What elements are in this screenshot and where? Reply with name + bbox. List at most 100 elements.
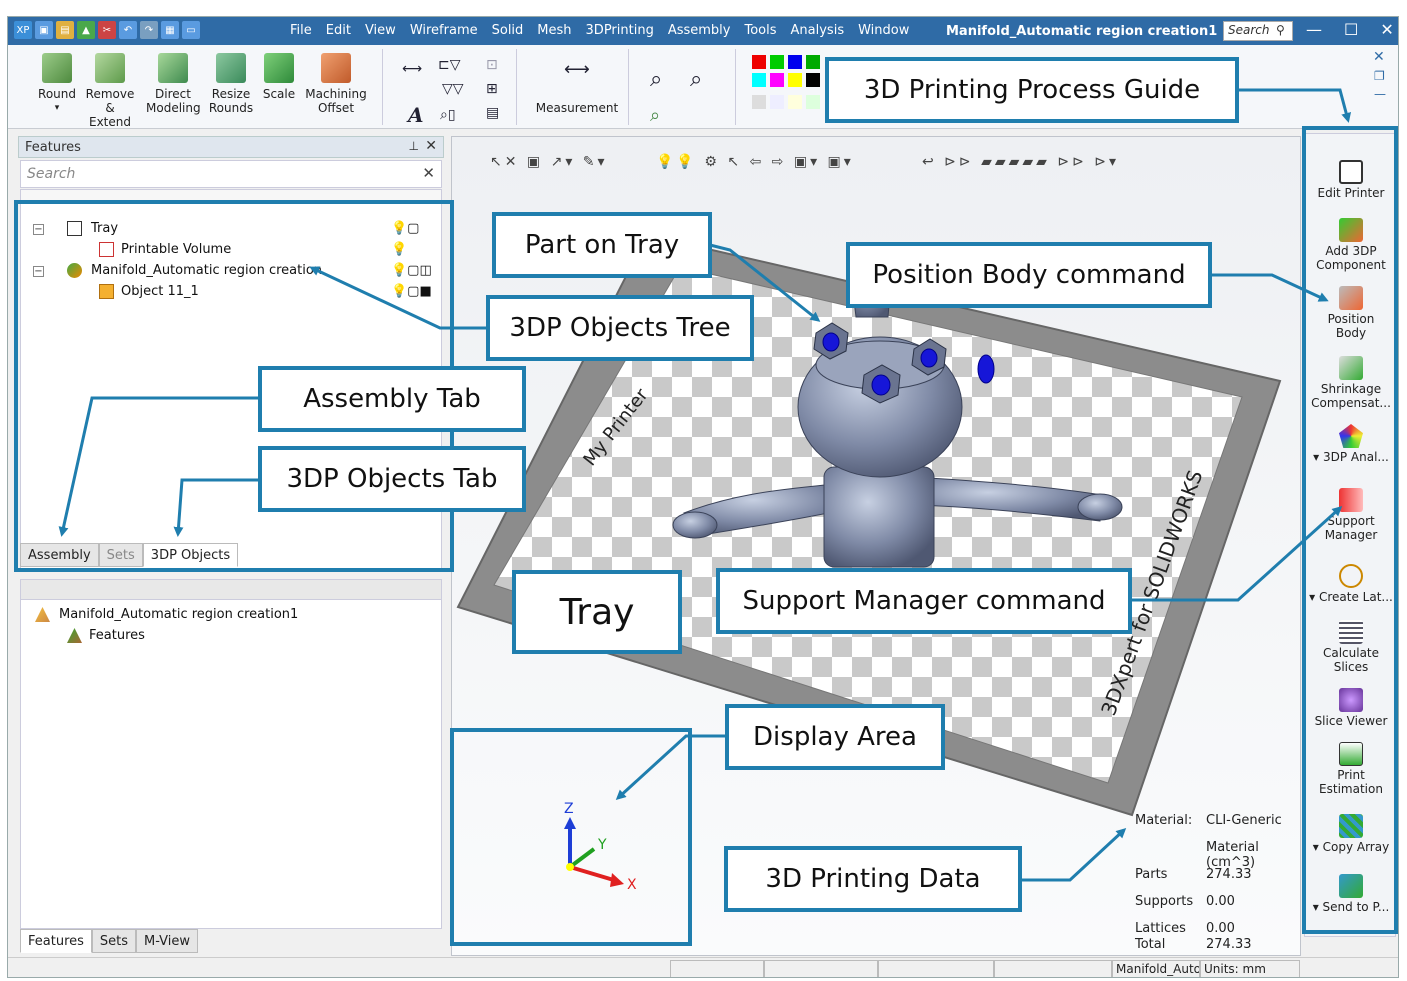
print-data-supports-value: 0.00 bbox=[1206, 894, 1235, 909]
tab-sets-bottom[interactable]: Sets bbox=[91, 929, 137, 953]
features-icon bbox=[67, 628, 82, 643]
machining-offset-icon bbox=[321, 53, 351, 83]
menu-tools[interactable]: Tools bbox=[745, 23, 777, 38]
direct-modeling-label-1: Direct bbox=[155, 87, 191, 101]
search-icon[interactable]: ⚲ bbox=[1276, 23, 1285, 37]
features-search-input[interactable]: Search ✕ bbox=[20, 160, 442, 188]
print-data-material-label: Material: bbox=[1135, 813, 1193, 828]
menu-solid[interactable]: Solid bbox=[492, 23, 524, 38]
print-data-total-value: 274.33 bbox=[1206, 937, 1252, 952]
print-data-total-label: Total bbox=[1135, 937, 1166, 952]
ribbon-separator bbox=[382, 49, 383, 125]
color-swatch-dark-green[interactable] bbox=[806, 55, 820, 69]
menu-mesh[interactable]: Mesh bbox=[537, 23, 571, 38]
machining-offset-button[interactable]: Machining Offset bbox=[304, 53, 368, 115]
pin-icon[interactable]: ⊥ bbox=[409, 139, 419, 153]
scale-button[interactable]: Scale bbox=[252, 53, 306, 101]
maximize-icon[interactable]: ☐ bbox=[1344, 20, 1358, 39]
datum-icon[interactable]: ▽▽ bbox=[442, 81, 464, 97]
menu-analysis[interactable]: Analysis bbox=[791, 23, 845, 38]
ribbon-separator bbox=[516, 49, 517, 125]
menu-assembly[interactable]: Assembly bbox=[668, 23, 731, 38]
status-document: Manifold_Automa bbox=[1112, 960, 1200, 977]
table-icon[interactable]: ▤ bbox=[486, 105, 499, 121]
zoom-area-icon[interactable]: ⌕ bbox=[690, 67, 702, 92]
align-icon[interactable]: ⊞ bbox=[486, 81, 498, 97]
color-swatch-black[interactable] bbox=[806, 73, 820, 87]
menu-file[interactable]: File bbox=[290, 23, 312, 38]
menu-window[interactable]: Window bbox=[858, 23, 909, 38]
round-dropdown-icon[interactable]: ▾ bbox=[30, 101, 84, 115]
tree-item-features[interactable]: Features bbox=[89, 628, 145, 643]
undo-icon[interactable]: ↶ bbox=[119, 21, 137, 39]
menu-bar: File Edit View Wireframe Solid Mesh 3DPr… bbox=[290, 23, 909, 38]
features-panel-title: Features bbox=[25, 140, 81, 155]
window-controls: — ☐ ✕ bbox=[1306, 20, 1394, 39]
restore-doc-icon[interactable]: ❐ bbox=[1374, 69, 1385, 83]
zoom-fit-icon[interactable]: ⌕ bbox=[650, 105, 660, 126]
save-icon[interactable]: ▣ bbox=[35, 21, 53, 39]
print-data-parts-label: Parts bbox=[1135, 867, 1168, 882]
scale-label: Scale bbox=[262, 87, 296, 101]
print-data-lattices-label: Lattices bbox=[1135, 921, 1186, 936]
status-field bbox=[994, 960, 1112, 977]
menu-wireframe[interactable]: Wireframe bbox=[410, 23, 478, 38]
menu-3dprinting[interactable]: 3DPrinting bbox=[586, 23, 654, 38]
menu-edit[interactable]: Edit bbox=[326, 23, 351, 38]
bottom-tabs: Features Sets M-View bbox=[20, 929, 199, 953]
open-folder-icon[interactable]: ▤ bbox=[56, 21, 74, 39]
callout-tray: Tray bbox=[512, 570, 682, 654]
color-swatch-light[interactable] bbox=[770, 95, 784, 109]
callout-printing-data: 3D Printing Data bbox=[724, 846, 1022, 912]
clear-search-icon[interactable]: ✕ bbox=[422, 164, 435, 182]
new-icon[interactable]: ▲ bbox=[77, 21, 95, 39]
close-panel-icon[interactable]: ✕ bbox=[425, 138, 437, 154]
annotation-icon[interactable]: ⌕▯ bbox=[440, 107, 456, 123]
measurement-button[interactable]: Measurement bbox=[532, 101, 622, 115]
title-bar: XP ▣ ▤ ▲ ✂ ↶ ↷ ▦ ▭ File Edit View Wirefr… bbox=[8, 17, 1398, 45]
machining-offset-label-1: Machining bbox=[305, 87, 367, 101]
resize-rounds-button[interactable]: Resize Rounds bbox=[204, 53, 258, 115]
options-icon[interactable]: ▦ bbox=[161, 21, 179, 39]
color-swatch-light[interactable] bbox=[806, 95, 820, 109]
color-swatch-light[interactable] bbox=[788, 95, 802, 109]
remove-extend-button[interactable]: Remove & Extend bbox=[83, 53, 137, 129]
close-doc-icon[interactable]: ✕ bbox=[1373, 49, 1385, 65]
color-swatch-blue[interactable] bbox=[788, 55, 802, 69]
color-swatch-yellow[interactable] bbox=[788, 73, 802, 87]
text-tool-icon[interactable]: A bbox=[408, 103, 424, 127]
cut-icon[interactable]: ✂ bbox=[98, 21, 116, 39]
callout-display-area: Display Area bbox=[725, 704, 945, 770]
measurement-icon[interactable]: ⟷ bbox=[564, 59, 590, 80]
remove-extend-icon bbox=[95, 53, 125, 83]
color-swatch-green[interactable] bbox=[770, 55, 784, 69]
angle-dimension-icon[interactable]: ⊏▽ bbox=[438, 57, 461, 73]
status-field bbox=[764, 960, 878, 977]
features-tree: Manifold_Automatic region creation1 Feat… bbox=[20, 579, 442, 929]
direct-modeling-button[interactable]: Direct Modeling bbox=[146, 53, 201, 115]
minimize-icon[interactable]: — bbox=[1306, 20, 1322, 39]
zoom-icon[interactable]: ⌕ bbox=[650, 67, 662, 92]
color-swatch-cyan[interactable] bbox=[752, 73, 766, 87]
status-field bbox=[670, 960, 764, 977]
round-button[interactable]: Round ▾ bbox=[30, 53, 84, 115]
disabled-tool-icon: ⊡ bbox=[486, 57, 498, 73]
features-panel-header: Features ⊥ ✕ bbox=[18, 136, 444, 158]
tree-item-manifold-part[interactable]: Manifold_Automatic region creation1 bbox=[59, 607, 298, 622]
app-logo-icon[interactable]: XP bbox=[14, 21, 32, 39]
redo-icon[interactable]: ↷ bbox=[140, 21, 158, 39]
print-data-units: Material (cm^3) bbox=[1206, 840, 1259, 870]
tab-m-view[interactable]: M-View bbox=[136, 929, 199, 953]
color-swatch-red[interactable] bbox=[752, 55, 766, 69]
tree-header bbox=[21, 580, 441, 600]
color-swatch-light[interactable] bbox=[752, 95, 766, 109]
tab-features[interactable]: Features bbox=[20, 929, 92, 953]
close-icon[interactable]: ✕ bbox=[1380, 20, 1393, 39]
window-icon[interactable]: ▭ bbox=[182, 21, 200, 39]
color-swatch-magenta[interactable] bbox=[770, 73, 784, 87]
minimize-doc-icon[interactable]: — bbox=[1374, 87, 1386, 101]
dimension-icon[interactable]: ⟷ bbox=[402, 61, 422, 77]
direct-modeling-icon bbox=[158, 53, 188, 83]
callout-assembly-tab: Assembly Tab bbox=[258, 366, 526, 432]
menu-view[interactable]: View bbox=[365, 23, 396, 38]
